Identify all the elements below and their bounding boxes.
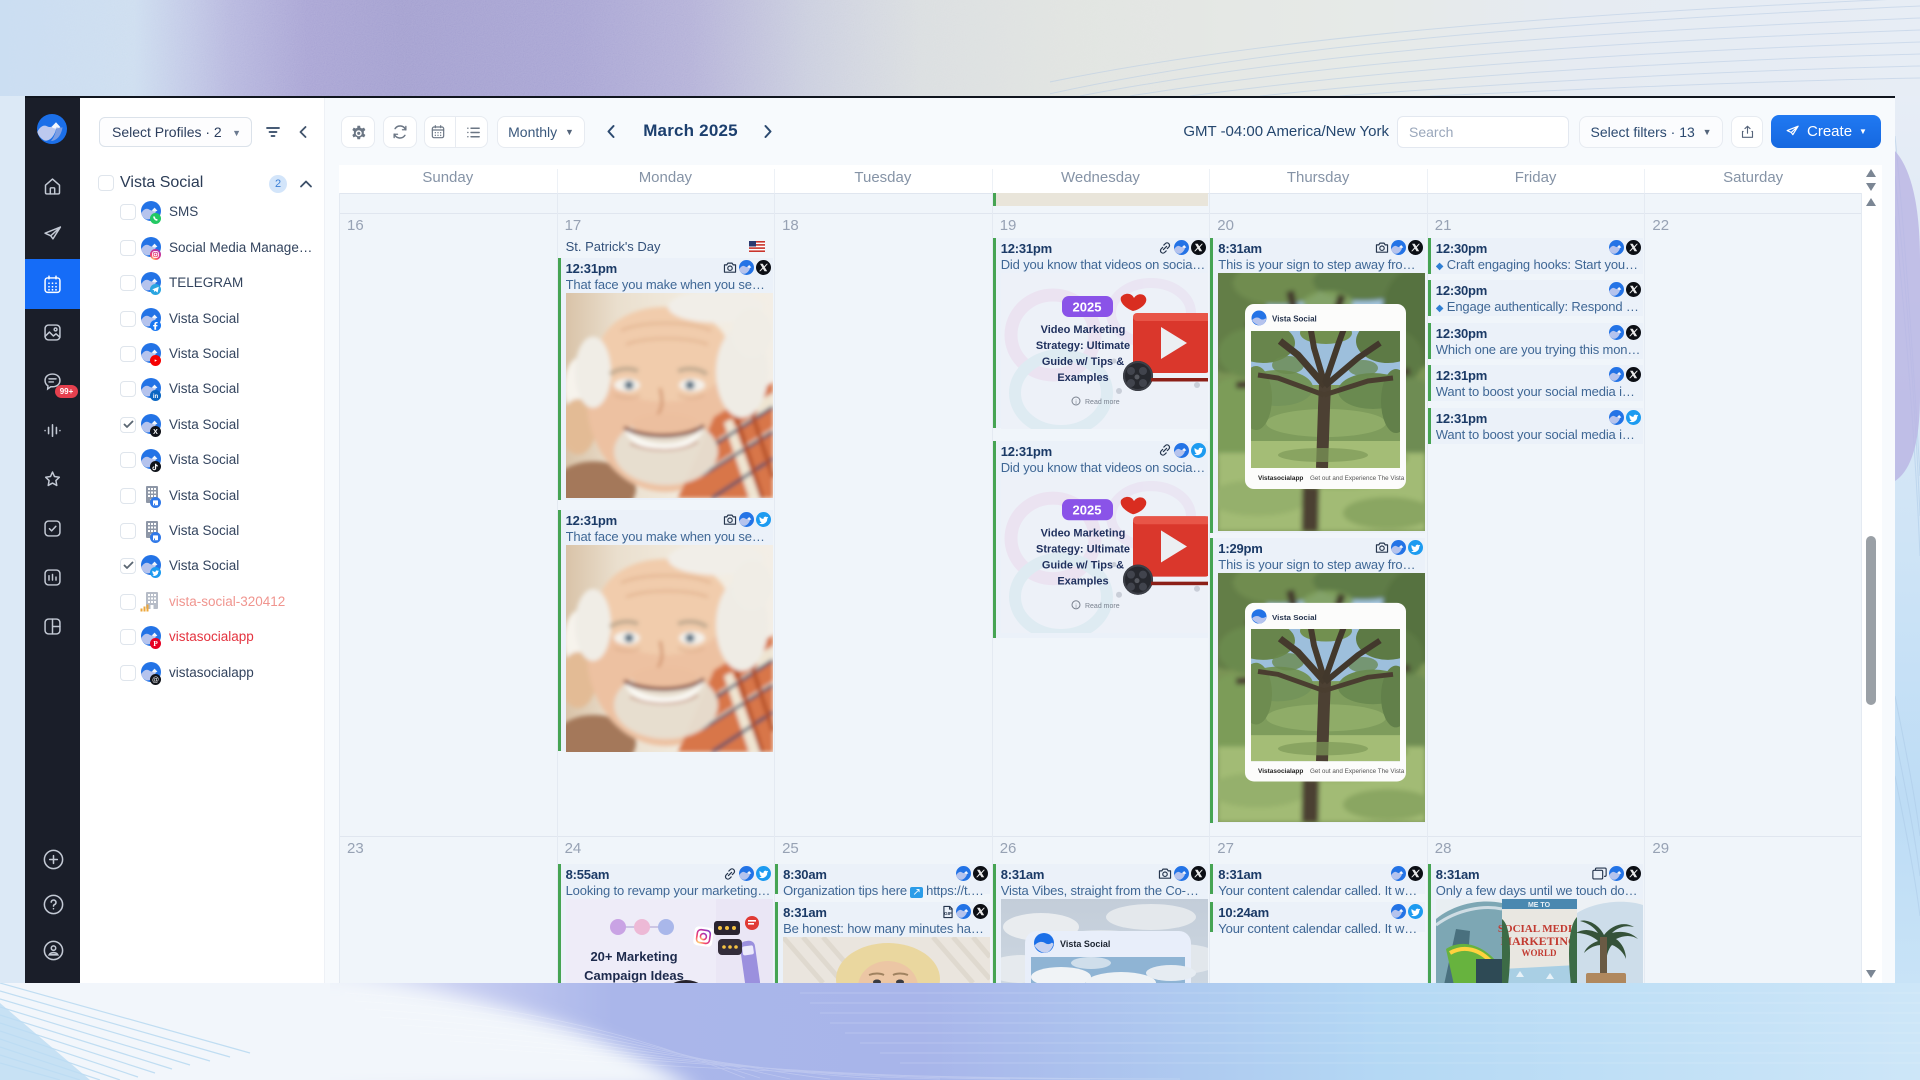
svg-text:i: i <box>1075 400 1076 406</box>
svg-text:Get out and Experience The Vis: Get out and Experience The Vista <box>1310 475 1405 482</box>
svg-text:Strategy: Ultimate: Strategy: Ultimate <box>1036 543 1130 555</box>
svg-text:Vistasocialapp: Vistasocialapp <box>1258 768 1303 775</box>
svg-text:2025: 2025 <box>1072 502 1101 517</box>
svg-text:2025: 2025 <box>1072 300 1101 315</box>
svg-text:in: in <box>153 394 159 400</box>
svg-text:ME TO: ME TO <box>1528 902 1551 909</box>
svg-text:Vista Social: Vista Social <box>1060 939 1110 949</box>
svg-text:GIF: GIF <box>944 910 952 915</box>
svg-text:Read more: Read more <box>1085 399 1120 406</box>
svg-text:X: X <box>153 429 158 436</box>
svg-text:Strategy: Ultimate: Strategy: Ultimate <box>1036 340 1130 352</box>
svg-text:i: i <box>1075 603 1076 609</box>
svg-text:Examples: Examples <box>1057 575 1108 587</box>
svg-text:Examples: Examples <box>1057 372 1108 384</box>
svg-text:Read more: Read more <box>1085 602 1120 609</box>
svg-text:MARKETING: MARKETING <box>1500 934 1577 948</box>
svg-text:WORLD: WORLD <box>1521 948 1557 958</box>
svg-text:Video Marketing: Video Marketing <box>1040 527 1125 539</box>
svg-text:20+ Marketing: 20+ Marketing <box>590 949 677 964</box>
svg-text:Vista Social: Vista Social <box>1272 315 1317 324</box>
svg-text:Vista Social: Vista Social <box>1272 613 1317 622</box>
svg-text:Campaign Ideas: Campaign Ideas <box>584 968 684 983</box>
svg-text:P: P <box>153 639 158 648</box>
svg-text:@: @ <box>152 677 159 684</box>
svg-text:Video Marketing: Video Marketing <box>1040 324 1125 336</box>
svg-text:Get out and Experience The Vis: Get out and Experience The Vista <box>1310 768 1405 775</box>
svg-text:Vistasocialapp: Vistasocialapp <box>1258 475 1303 482</box>
